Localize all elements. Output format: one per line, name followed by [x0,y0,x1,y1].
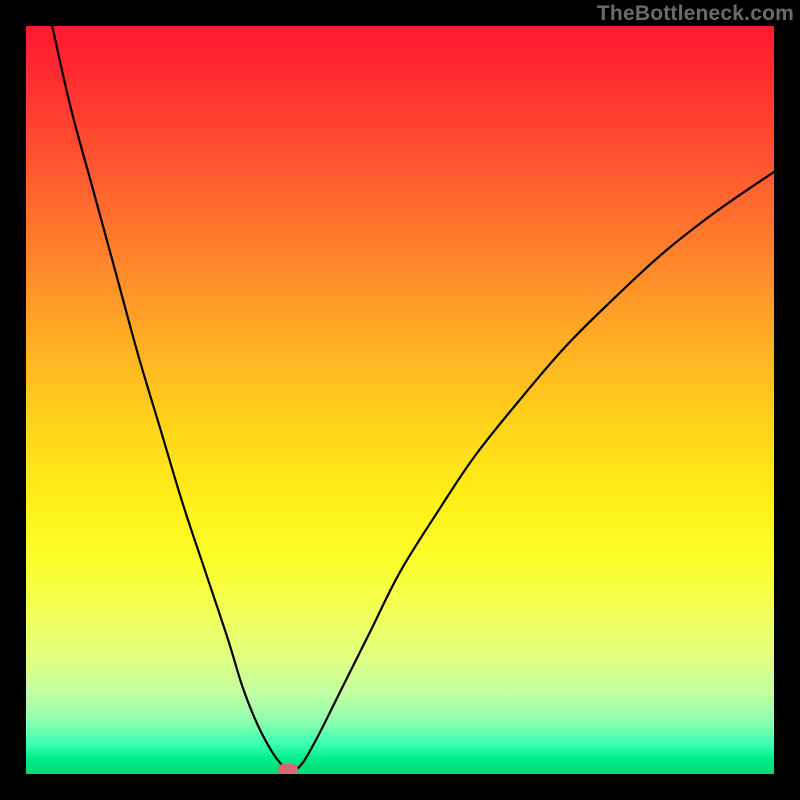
bottleneck-marker [278,764,298,774]
curve-left [52,26,291,773]
curve-right [292,172,774,773]
credit-text: TheBottleneck.com [597,2,794,26]
chart-stage: TheBottleneck.com [0,0,800,800]
curve-svg [26,26,774,774]
plot-area [26,26,774,774]
